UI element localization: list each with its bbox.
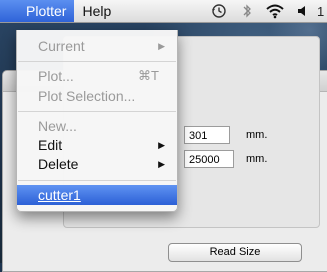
menu-help[interactable]: Help xyxy=(74,0,119,22)
menu-item-label: New... xyxy=(38,118,77,134)
time-machine-icon[interactable] xyxy=(205,0,233,22)
menu-bar: Plotter Help 1 xyxy=(0,0,327,23)
menu-separator xyxy=(18,180,176,181)
wifi-icon[interactable] xyxy=(261,0,289,22)
menu-plotter[interactable]: Plotter xyxy=(0,0,75,22)
menu-item-label: Edit xyxy=(38,137,63,153)
menu-separator xyxy=(18,111,176,112)
menubar-trailing-text: 1 xyxy=(317,3,325,19)
menu-item-plot-selection[interactable]: Plot Selection... xyxy=(17,86,177,106)
menu-item-label: Delete xyxy=(38,156,79,172)
menu-item-plot[interactable]: Plot... ⌘T xyxy=(17,66,177,86)
length-field[interactable]: 25000 xyxy=(184,150,234,168)
menu-item-cutter1[interactable]: cutter1 xyxy=(17,185,177,205)
menu-item-new[interactable]: New... xyxy=(17,116,177,136)
menu-item-edit[interactable]: Edit ▶ xyxy=(17,135,177,155)
width-field[interactable]: 301 xyxy=(184,126,230,144)
submenu-arrow-icon: ▶ xyxy=(158,159,165,169)
bluetooth-icon[interactable] xyxy=(233,0,261,22)
menu-item-current[interactable]: Current ▶ xyxy=(17,36,177,56)
read-size-button[interactable]: Read Size xyxy=(168,243,302,262)
menu-item-label: cutter1 xyxy=(38,187,81,203)
status-area: 1 xyxy=(205,0,327,22)
length-unit-label: mm. xyxy=(246,153,268,165)
menu-item-label: Current xyxy=(38,38,85,54)
menu-item-shortcut: ⌘T xyxy=(138,68,159,83)
volume-icon[interactable] xyxy=(289,0,317,22)
submenu-arrow-icon: ▶ xyxy=(158,140,165,150)
menu-separator xyxy=(18,61,176,62)
menu-item-label: Plot Selection... xyxy=(38,88,136,104)
width-unit-label: mm. xyxy=(246,129,268,141)
menu-item-label: Plot... xyxy=(38,68,74,84)
submenu-arrow-icon: ▶ xyxy=(158,41,165,51)
menu-item-delete[interactable]: Delete ▶ xyxy=(17,154,177,174)
plotter-dropdown-menu: Current ▶ Plot... ⌘T Plot Selection... N… xyxy=(16,30,178,212)
